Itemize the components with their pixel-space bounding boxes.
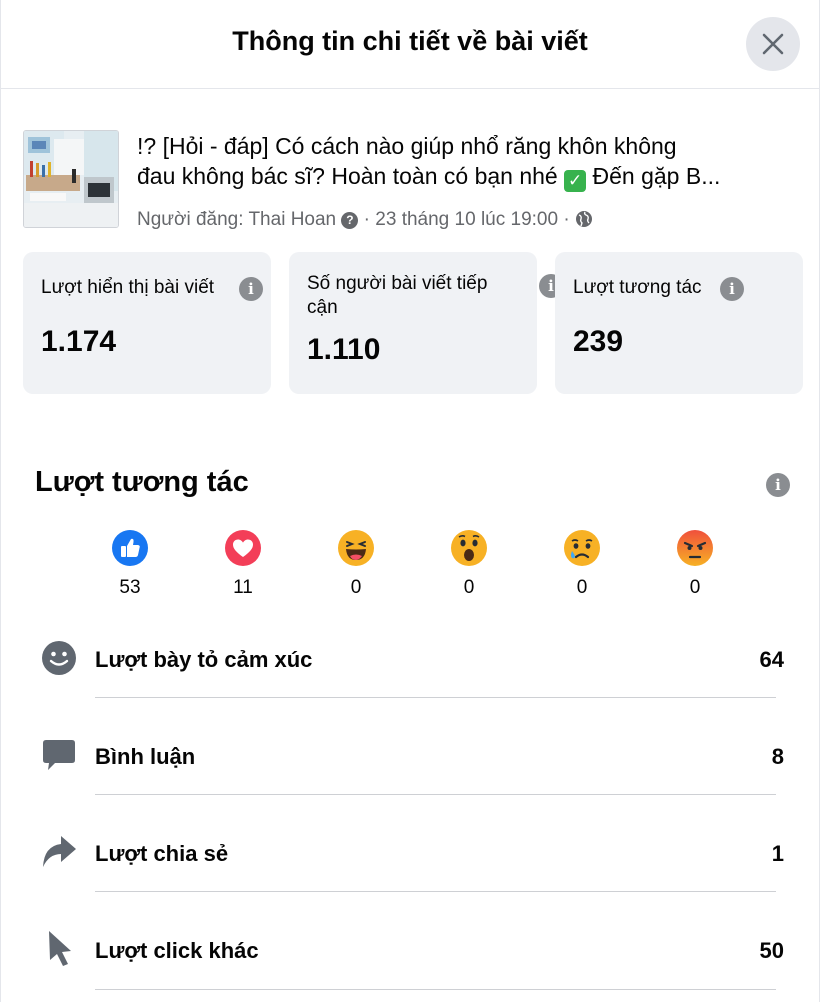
- reaction-haha[interactable]: 0: [326, 529, 386, 599]
- post-title-line1: !? [Hỏi - đáp] Có cách nào giúp nhổ răng…: [137, 133, 677, 159]
- info-icon[interactable]: i: [766, 473, 790, 497]
- divider: [95, 794, 776, 795]
- post-meta: Người đăng: Thai Hoan ? · 23 tháng 10 lú…: [137, 209, 593, 231]
- reaction-count: 0: [350, 577, 362, 598]
- reaction-angry[interactable]: 0: [665, 529, 725, 599]
- metric-label: Lượt chia sẻ: [95, 841, 229, 866]
- reaction-like[interactable]: 53: [100, 529, 160, 599]
- reaction-sad[interactable]: 0: [552, 529, 612, 599]
- love-icon: [225, 530, 261, 566]
- divider: [95, 891, 776, 892]
- metric-label: Lượt click khác: [95, 938, 259, 963]
- haha-icon: [338, 530, 374, 566]
- dialog-header: Thông tin chi tiết về bài viết: [1, 0, 819, 89]
- close-button[interactable]: [746, 17, 800, 71]
- post-author[interactable]: Người đăng: Thai Hoan: [137, 209, 336, 230]
- dialog-title: Thông tin chi tiết về bài viết: [232, 26, 588, 56]
- divider: [95, 989, 776, 990]
- stat-label: Lượt tương tác: [573, 277, 702, 298]
- help-icon[interactable]: ?: [341, 212, 359, 229]
- metric-row-other-clicks[interactable]: Lượt click khác 50: [1, 931, 819, 1002]
- stat-label-line2: cận: [307, 297, 338, 318]
- post-title-line2-text: đau không bác sĩ? Hoàn toàn có bạn nhé: [137, 163, 565, 189]
- metric-label: Lượt bày tỏ cảm xúc: [95, 647, 313, 672]
- stat-card-impressions: Lượt hiển thị bài viết i 1.174: [23, 252, 271, 394]
- metric-value: 50: [759, 938, 784, 963]
- stat-value: 239: [573, 325, 624, 358]
- share-icon: [43, 836, 76, 867]
- reaction-wow[interactable]: 0: [439, 529, 499, 599]
- reaction-count: 11: [233, 577, 253, 598]
- angry-icon: [677, 530, 713, 566]
- cursor-icon: [49, 931, 71, 966]
- comment-icon: [43, 740, 75, 770]
- divider: [95, 697, 776, 698]
- smiley-icon: [42, 641, 76, 675]
- reaction-count: 0: [576, 577, 588, 598]
- metric-row-shares[interactable]: Lượt chia sẻ 1: [1, 834, 819, 931]
- metric-value: 1: [771, 841, 784, 866]
- metric-value: 8: [771, 744, 784, 769]
- post-title-line2: đau không bác sĩ? Hoàn toàn có bạn nhé ✓…: [137, 161, 797, 192]
- reaction-count: 0: [463, 577, 475, 598]
- info-icon[interactable]: i: [720, 277, 744, 301]
- reaction-count: 53: [119, 577, 141, 598]
- metric-label: Bình luận: [95, 744, 196, 769]
- check-mark-emoji-icon: ✓: [564, 170, 587, 192]
- metric-row-comments[interactable]: Bình luận 8: [1, 737, 819, 834]
- stat-label: Số người bài viết tiếp cận: [307, 272, 487, 320]
- post-title[interactable]: !? [Hỏi - đáp] Có cách nào giúp nhổ răng…: [137, 131, 797, 192]
- reaction-count: 0: [689, 577, 701, 598]
- stat-card-engagement: Lượt tương tác i 239: [555, 252, 803, 394]
- sad-icon: [564, 530, 600, 566]
- stat-value: 1.110: [307, 333, 381, 366]
- post-thumbnail[interactable]: [23, 130, 119, 228]
- like-icon: [112, 530, 148, 566]
- post-insights-dialog: Thông tin chi tiết về bài viết !? [Hỏi -…: [0, 0, 820, 1002]
- stat-card-reach: Số người bài viết tiếp cận i 1.110: [289, 252, 563, 394]
- stat-value: 1.174: [41, 325, 117, 358]
- wow-icon: [451, 530, 487, 566]
- metric-row-reactions[interactable]: Lượt bày tỏ cảm xúc 64: [1, 640, 819, 737]
- info-icon[interactable]: i: [239, 277, 263, 301]
- post-title-line2-text-end: Đến gặp B...: [586, 163, 721, 189]
- stat-label: Lượt hiển thị bài viết: [41, 277, 215, 298]
- engagement-section-title: Lượt tương tác: [35, 466, 249, 498]
- metric-value: 64: [759, 647, 784, 672]
- reaction-love[interactable]: 11: [213, 529, 273, 599]
- globe-icon: [575, 211, 592, 227]
- stat-label-line1: Số người bài viết tiếp: [307, 273, 488, 294]
- post-date: · 23 tháng 10 lúc 19:00 ·: [358, 209, 575, 230]
- close-icon: [762, 33, 784, 55]
